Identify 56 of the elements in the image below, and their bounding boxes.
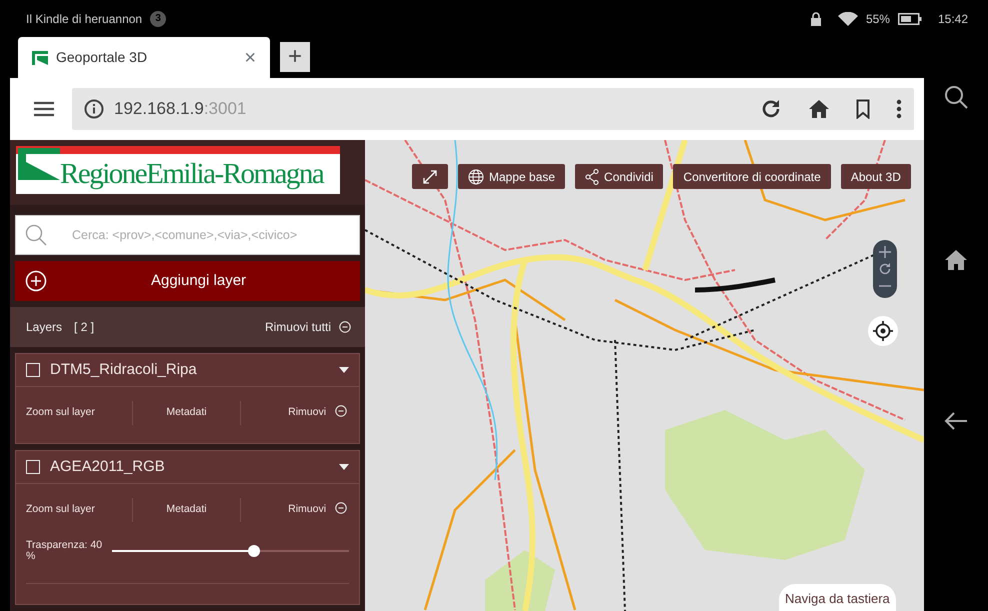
metadata-button[interactable]: Metadati xyxy=(133,401,241,425)
layer-name: AGEA2011_RGB xyxy=(50,456,166,476)
battery-percent: 55% xyxy=(866,10,890,28)
clock-time: 15:42 xyxy=(938,10,968,28)
remove-layer-button[interactable]: Rimuovi xyxy=(240,498,359,522)
search-icon[interactable] xyxy=(944,85,968,109)
info-icon[interactable] xyxy=(84,99,104,119)
zoom-to-layer-button[interactable]: Zoom sul layer xyxy=(16,498,134,522)
home-icon[interactable] xyxy=(808,99,830,119)
layers-title: Layers [ 2 ] xyxy=(26,319,94,336)
expand-icon xyxy=(422,168,438,184)
lock-icon xyxy=(810,12,822,26)
base-maps-button[interactable]: Mappe base xyxy=(458,164,566,189)
layer-checkbox[interactable] xyxy=(26,460,40,474)
caret-icon[interactable] xyxy=(339,464,349,470)
about-button[interactable]: About 3D xyxy=(840,164,911,189)
transparency-label: Trasparenza: 40 % xyxy=(26,540,104,563)
share-icon xyxy=(585,168,600,184)
remove-layer-button[interactable]: Rimuovi xyxy=(240,401,359,425)
remove-all-button[interactable]: Rimuovi tutti xyxy=(264,318,351,336)
minus-circle-icon xyxy=(339,321,351,333)
reset-icon[interactable] xyxy=(877,260,893,277)
search-field[interactable]: Cerca: <prov>,<comune>,<via>,<civico> xyxy=(15,215,360,255)
zoom-in-icon[interactable] xyxy=(877,244,893,260)
wifi-icon xyxy=(838,12,858,26)
address-bar[interactable]: 192.168.1.9:3001 xyxy=(72,88,914,130)
notification-count: 3 xyxy=(150,10,166,26)
keyboard-navigation-button[interactable]: Naviga da tastiera xyxy=(779,584,896,611)
new-tab-button[interactable]: + xyxy=(280,42,310,72)
region-logo: RegioneEmilia-Romagna xyxy=(16,146,340,194)
battery-icon xyxy=(898,12,922,24)
coordinate-converter-button[interactable]: Convertitore di coordinate xyxy=(673,164,831,189)
layer-checkbox[interactable] xyxy=(26,363,40,377)
slider-thumb[interactable] xyxy=(248,545,260,558)
layer-name: DTM5_Ridracoli_Ripa xyxy=(50,360,198,380)
plus-circle-icon xyxy=(25,270,47,292)
caret-icon[interactable] xyxy=(339,367,349,373)
fullscreen-button[interactable] xyxy=(412,164,448,189)
globe-icon xyxy=(468,168,484,184)
browser-tab[interactable]: Geoportale 3D × xyxy=(18,37,270,78)
site-icon xyxy=(32,50,48,64)
metadata-button[interactable]: Metadati xyxy=(133,498,241,522)
close-tab-button[interactable]: × xyxy=(244,42,256,72)
device-name: Il Kindle di heruannon xyxy=(26,10,142,28)
url-text[interactable]: 192.168.1.9:3001 xyxy=(114,96,246,122)
reload-icon[interactable] xyxy=(760,98,782,120)
back-icon[interactable] xyxy=(944,411,968,431)
minus-circle-icon xyxy=(334,405,347,417)
menu-icon[interactable] xyxy=(34,101,54,117)
add-layer-button[interactable]: Aggiungi layer xyxy=(15,261,360,301)
more-icon[interactable] xyxy=(896,99,902,119)
minus-circle-icon xyxy=(334,502,347,514)
bookmark-icon[interactable] xyxy=(856,99,870,119)
home-icon[interactable] xyxy=(944,249,968,271)
zoom-to-layer-button[interactable]: Zoom sul layer xyxy=(16,401,134,425)
share-button[interactable]: Condividi xyxy=(575,164,664,189)
